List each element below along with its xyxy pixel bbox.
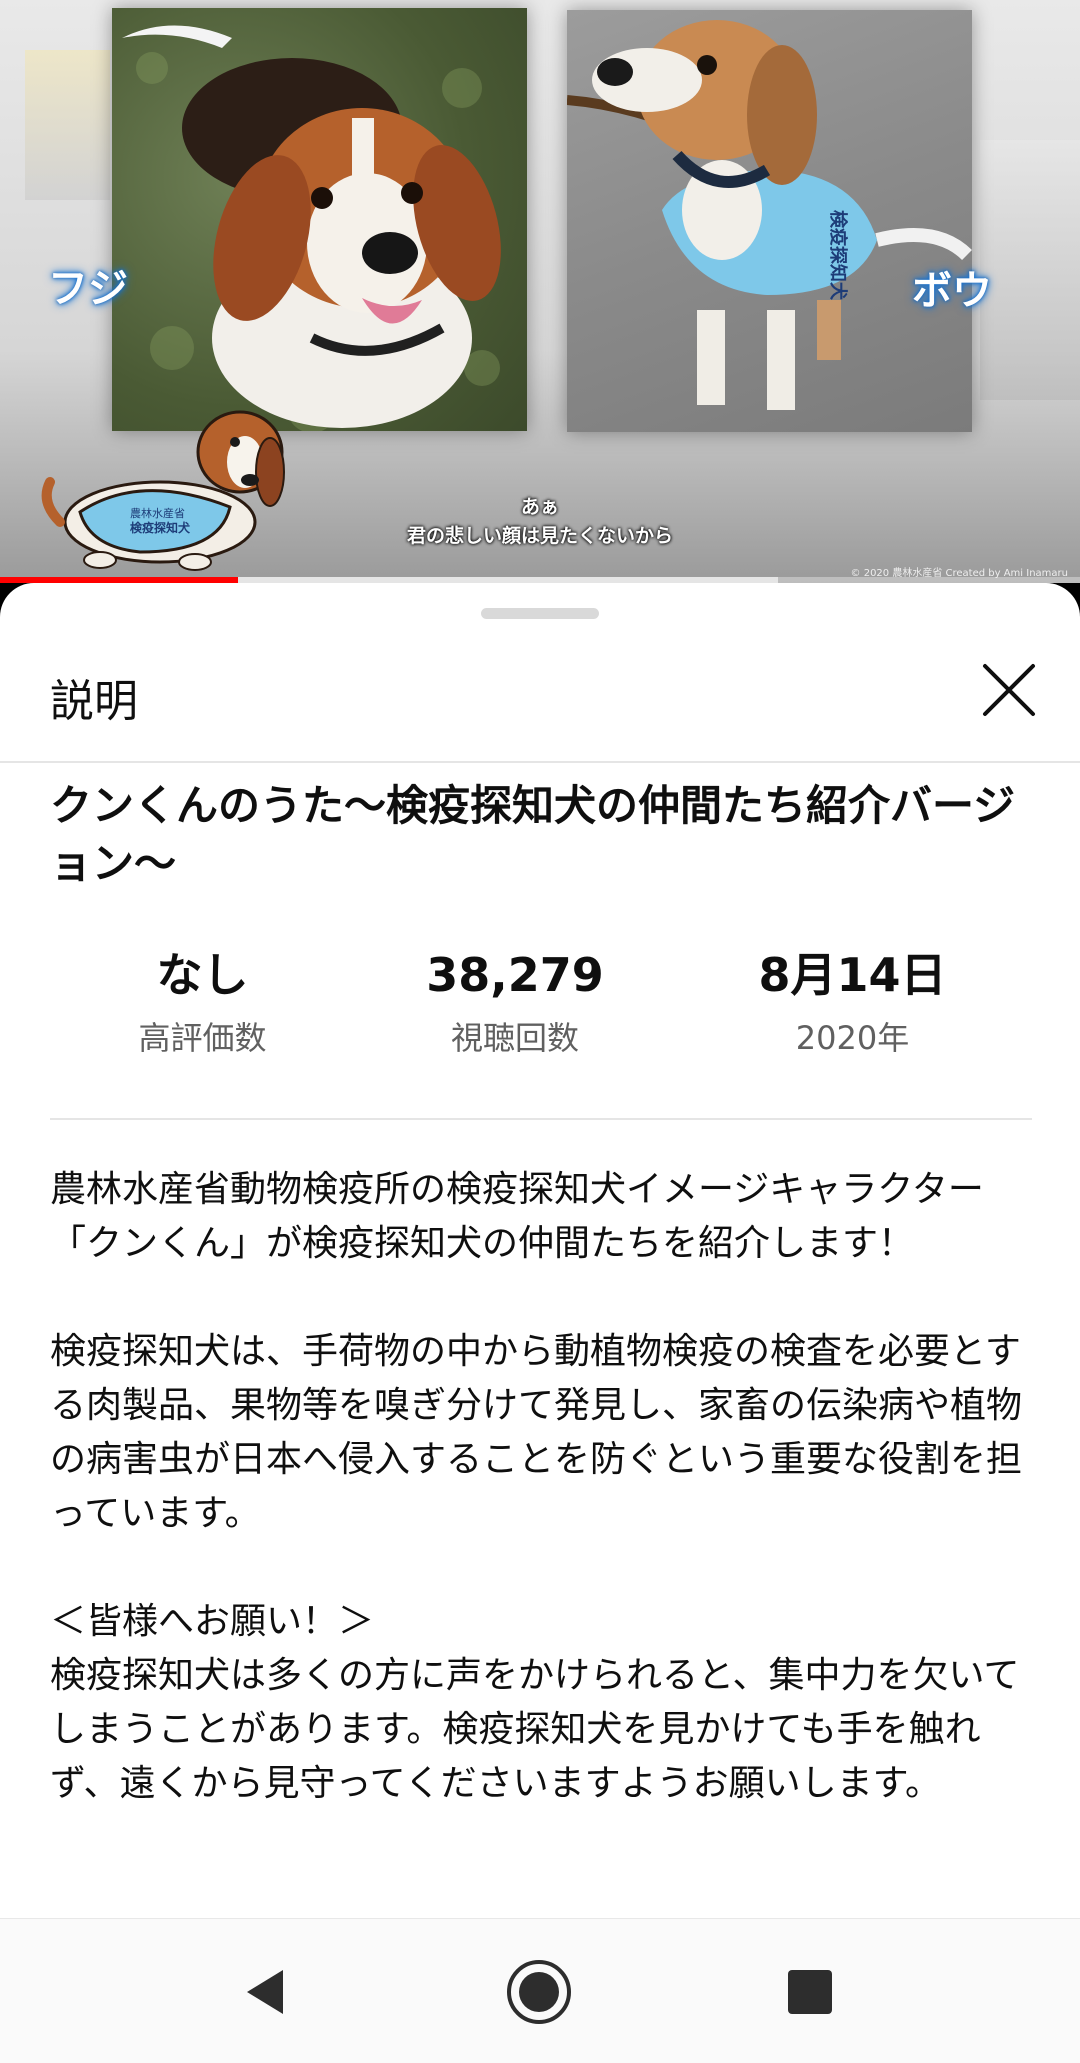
dog-photo-fuji [112, 8, 527, 431]
video-title: クンくんのうた〜検疫探知犬の仲間たち紹介バージョン〜 [50, 781, 1016, 888]
stat-likes: なし 高評価数 [100, 943, 305, 1059]
stat-views: 38,279 視聴回数 [405, 943, 625, 1059]
stat-views-value: 38,279 [426, 948, 604, 1002]
sheet-header: 説明 [0, 625, 1080, 763]
system-navigation-bar [0, 1918, 1080, 2063]
close-button[interactable] [964, 645, 1054, 735]
stat-likes-value: なし [156, 948, 249, 1002]
divider [50, 1118, 1032, 1120]
description-text: 農林水産省動物検疫所の検疫探知犬イメージキャラクター「クンくん」が検疫探知犬の仲… [50, 1169, 1023, 1804]
video-subtitle-line2: 君の悲しい顔は見たくないから [406, 525, 673, 547]
svg-text:検疫探知犬: 検疫探知犬 [827, 210, 849, 301]
stat-likes-label: 高評価数 [138, 1019, 267, 1057]
sheet-title: 説明 [50, 676, 138, 727]
video-player[interactable]: 検疫探知犬 フジ ボウ 農林水産省 検疫探知犬 あぁ 君の悲しい顔は見たくないか… [0, 0, 1080, 583]
recent-apps-button[interactable] [765, 1947, 855, 2037]
background-decoration [25, 50, 110, 200]
background-decoration [980, 140, 1080, 400]
caption-bou: ボウ [912, 268, 992, 314]
caption-fuji: フジ [48, 266, 128, 312]
stat-views-label: 視聴回数 [450, 1019, 579, 1057]
description-sheet: 説明 クンくんのうた〜検疫探知犬の仲間たち紹介バージョン〜 なし 高評価数 38… [0, 583, 1080, 1918]
back-button[interactable] [222, 1947, 312, 2037]
stat-date: 8月14日 2020年 [735, 943, 970, 1059]
home-button[interactable] [494, 1947, 584, 2037]
recent-apps-square-icon [788, 1970, 832, 2014]
video-subtitle-line1: あぁ [520, 496, 559, 518]
dog-photo-bou: 検疫探知犬 [567, 10, 972, 432]
stat-date-year: 2020年 [795, 1019, 910, 1057]
video-stats: なし 高評価数 38,279 視聴回数 8月14日 2020年 [0, 943, 1080, 1063]
stat-date-value: 8月14日 [758, 948, 947, 1002]
home-circle-icon [507, 1960, 571, 2024]
back-triangle-icon [247, 1970, 283, 2014]
close-icon [983, 664, 1035, 716]
drag-handle[interactable] [481, 608, 599, 619]
